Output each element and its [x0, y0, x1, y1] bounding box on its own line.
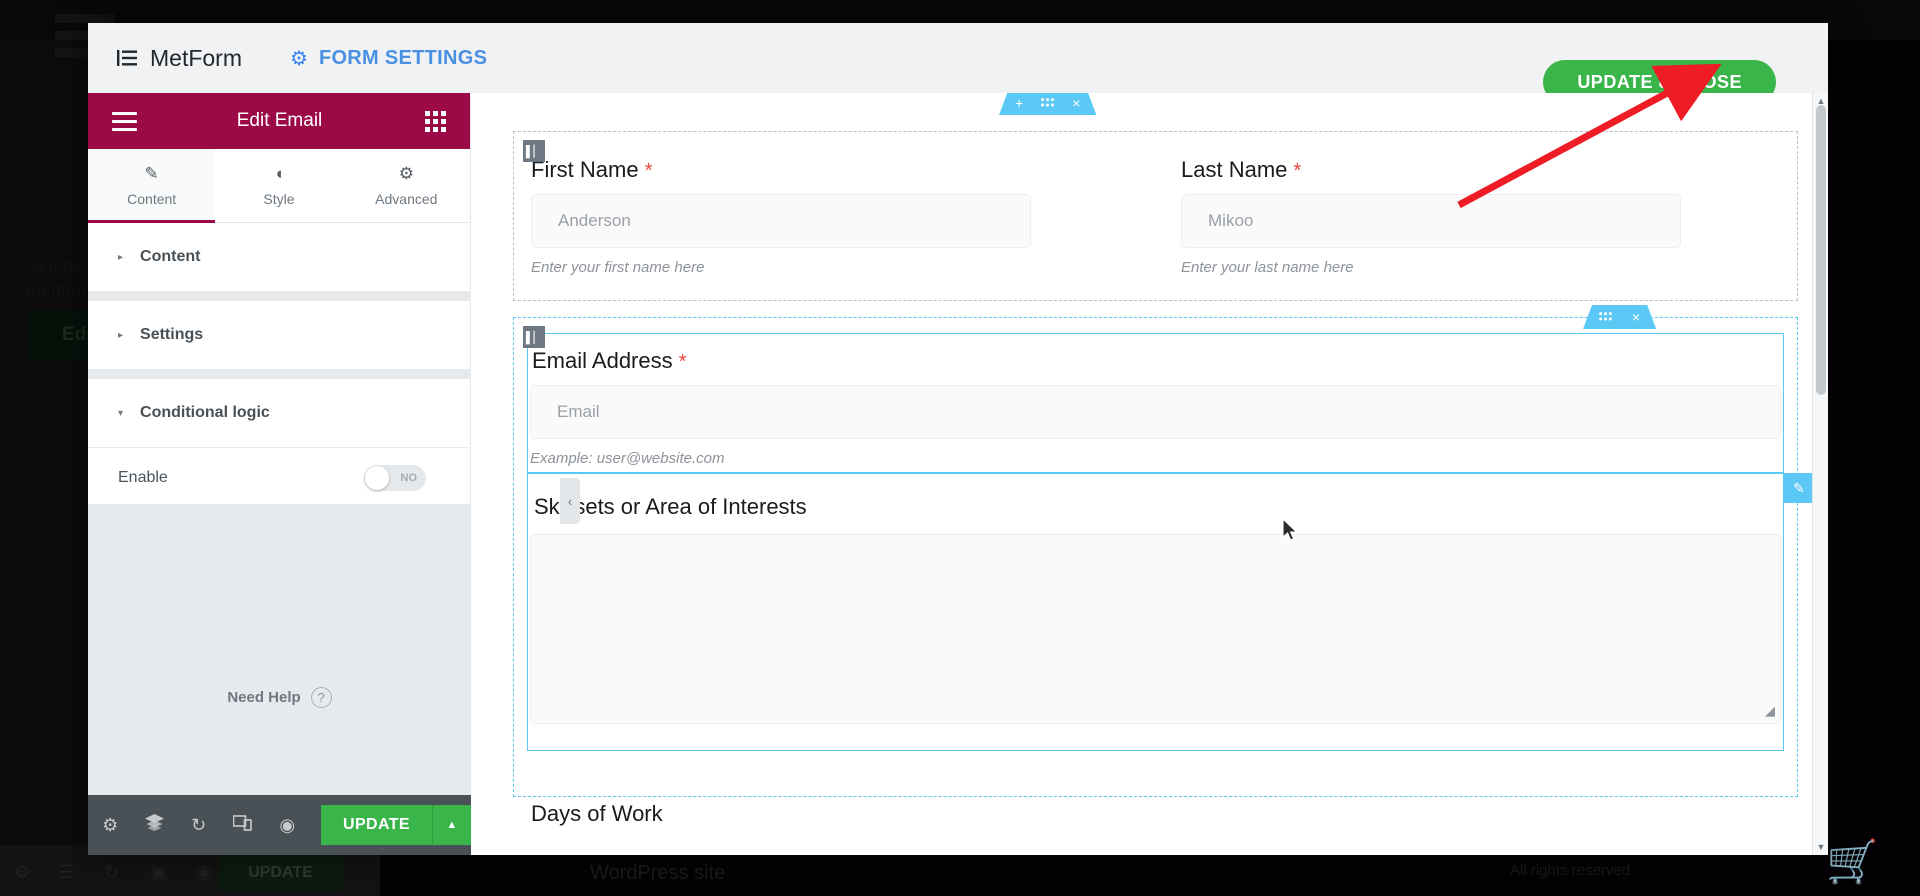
panel-collapse-handle[interactable]: ‹: [560, 478, 580, 524]
first-name-input[interactable]: Anderson: [531, 194, 1031, 248]
form-settings-label: FORM SETTINGS: [318, 46, 488, 69]
hamburger-icon[interactable]: [112, 107, 137, 136]
scroll-down-arrow[interactable]: ▼: [1813, 839, 1829, 855]
add-section-icon[interactable]: +: [1015, 95, 1023, 111]
drag-icon[interactable]: [1041, 95, 1054, 111]
need-help-label: Need Help: [227, 689, 301, 706]
ghost-eye-icon: ◉: [196, 862, 212, 882]
required-asterisk: *: [1293, 160, 1302, 182]
section-divider: [88, 292, 470, 301]
question-circle-icon: ?: [310, 687, 332, 708]
form-preview-canvas: ▌▏ + × First Name * Anderson Enter your …: [471, 93, 1828, 855]
email-address-input[interactable]: Email: [530, 385, 1781, 439]
tab-content[interactable]: ✎ Content: [88, 149, 216, 223]
eye-icon[interactable]: ◉: [265, 815, 309, 836]
email-address-widget[interactable]: Email Address * Email Example: user@webs…: [527, 333, 1784, 473]
gear-icon: ⚙: [398, 164, 414, 183]
preview-inner: ▌▏ + × First Name * Anderson Enter your …: [491, 113, 1815, 855]
layers-icon[interactable]: [132, 814, 176, 836]
last-name-help: Enter your last name here: [1181, 259, 1354, 276]
ghost-responsive-icon: ▣: [150, 862, 168, 882]
ghost-footer-rights: All rights reserved: [1510, 862, 1631, 879]
close-icon[interactable]: ×: [1072, 95, 1080, 111]
first-name-help: Enter your first name here: [531, 259, 705, 276]
skillsets-textarea[interactable]: ◢: [530, 534, 1781, 724]
section-divider: [88, 370, 470, 379]
enable-row: Enable NO: [88, 448, 470, 508]
gear-icon: ⚙: [290, 47, 308, 70]
toggle-value: NO: [400, 472, 418, 484]
tab-advanced[interactable]: ⚙ Advanced: [342, 149, 470, 222]
chevron-down-icon: ▾: [118, 407, 124, 419]
panel-header: Edit Email: [88, 93, 470, 149]
preview-scrollbar-thumb[interactable]: [1816, 105, 1826, 395]
first-name-label: First Name *: [531, 157, 653, 182]
editor-topbar: MetForm ⚙ FORM SETTINGS UPDATE & CLOSE: [88, 23, 1828, 104]
email-address-help: Example: user@website.com: [530, 450, 725, 467]
required-asterisk: *: [678, 351, 687, 373]
grid-icon[interactable]: [425, 110, 446, 132]
need-help-link[interactable]: Need Help ?: [88, 687, 471, 708]
panel-title: Edit Email: [236, 110, 323, 131]
ghost-cart-icon: 🛒: [1826, 838, 1879, 885]
email-address-label: Email Address *: [532, 348, 687, 373]
section-settings[interactable]: ▸ Settings: [88, 301, 470, 370]
column-handle[interactable]: ▌▏: [523, 326, 545, 348]
panel-tabs: ✎ Content ◖ Style ⚙ Advanced: [88, 149, 470, 223]
required-asterisk: *: [644, 160, 653, 182]
ghost-footer-site: WordPress site: [590, 862, 726, 884]
enable-toggle[interactable]: NO: [364, 465, 426, 491]
tab-style[interactable]: ◖ Style: [215, 149, 343, 222]
tab-content-label: Content: [127, 191, 177, 207]
chevron-right-icon: ▸: [118, 329, 124, 341]
chevron-right-icon: ▸: [118, 251, 124, 263]
ghost-update-button: UPDATE: [218, 855, 343, 891]
pencil-icon[interactable]: ✎: [1783, 473, 1815, 503]
close-icon[interactable]: ×: [1632, 309, 1640, 325]
skillsets-widget[interactable]: ✎ Skillsets or Area of Interests ◢: [527, 473, 1815, 751]
toggle-knob: [365, 466, 389, 490]
tab-style-label: Style: [263, 191, 295, 207]
pencil-icon: ✎: [144, 164, 159, 183]
section-settings-label: Settings: [140, 326, 204, 343]
panel-update-button[interactable]: UPDATE: [321, 805, 432, 845]
panel-update-caret[interactable]: ▲: [431, 805, 471, 845]
ghost-history-icon: ↻: [104, 862, 120, 882]
last-name-input[interactable]: Mikoo: [1181, 194, 1681, 248]
first-name-field: First Name * Anderson Enter your first n…: [531, 157, 1031, 276]
resize-handle-icon[interactable]: ◢: [1765, 703, 1775, 719]
panel-footer-toolbar: ⚙ ↻ ◉ UPDATE ▲: [88, 795, 471, 855]
contrast-icon: ◖: [273, 164, 285, 183]
last-name-field: Last Name * Mikoo Enter your last name h…: [1181, 157, 1681, 276]
column-handle[interactable]: ▌▏: [523, 140, 545, 162]
section-content[interactable]: ▸ Content: [88, 223, 470, 292]
enable-label: Enable: [118, 469, 168, 486]
days-of-work-label: Days of Work: [531, 801, 663, 826]
section-content-label: Content: [140, 248, 201, 265]
elementor-editor-modal: MetForm ⚙ FORM SETTINGS UPDATE & CLOSE E…: [88, 23, 1828, 855]
elementor-left-panel: Edit Email ✎ Content ◖ Style ⚙ Advanced …: [88, 93, 471, 855]
metform-brand: MetForm: [117, 45, 242, 72]
brand-name: MetForm: [150, 44, 242, 71]
panel-empty-area: [88, 504, 471, 795]
gear-icon[interactable]: ⚙: [88, 815, 132, 836]
history-icon[interactable]: ↻: [177, 815, 221, 836]
preview-scrollbar-track[interactable]: ▲ ▼: [1812, 93, 1828, 855]
drag-icon[interactable]: [1599, 309, 1612, 325]
last-name-label: Last Name *: [1181, 157, 1302, 182]
responsive-icon[interactable]: [221, 814, 265, 836]
section-conditional-logic[interactable]: ▾ Conditional logic: [88, 379, 470, 448]
section-conditional-logic-label: Conditional logic: [140, 404, 270, 421]
ghost-gear-icon: ⚙: [14, 862, 31, 882]
ghost-layers-icon: ☰: [58, 862, 75, 882]
tab-advanced-label: Advanced: [375, 191, 438, 207]
form-settings-link[interactable]: ⚙ FORM SETTINGS: [290, 46, 487, 71]
section-toolbar[interactable]: ×: [1583, 305, 1656, 329]
section-toolbar[interactable]: + ×: [999, 93, 1096, 115]
list-icon: [117, 49, 137, 67]
